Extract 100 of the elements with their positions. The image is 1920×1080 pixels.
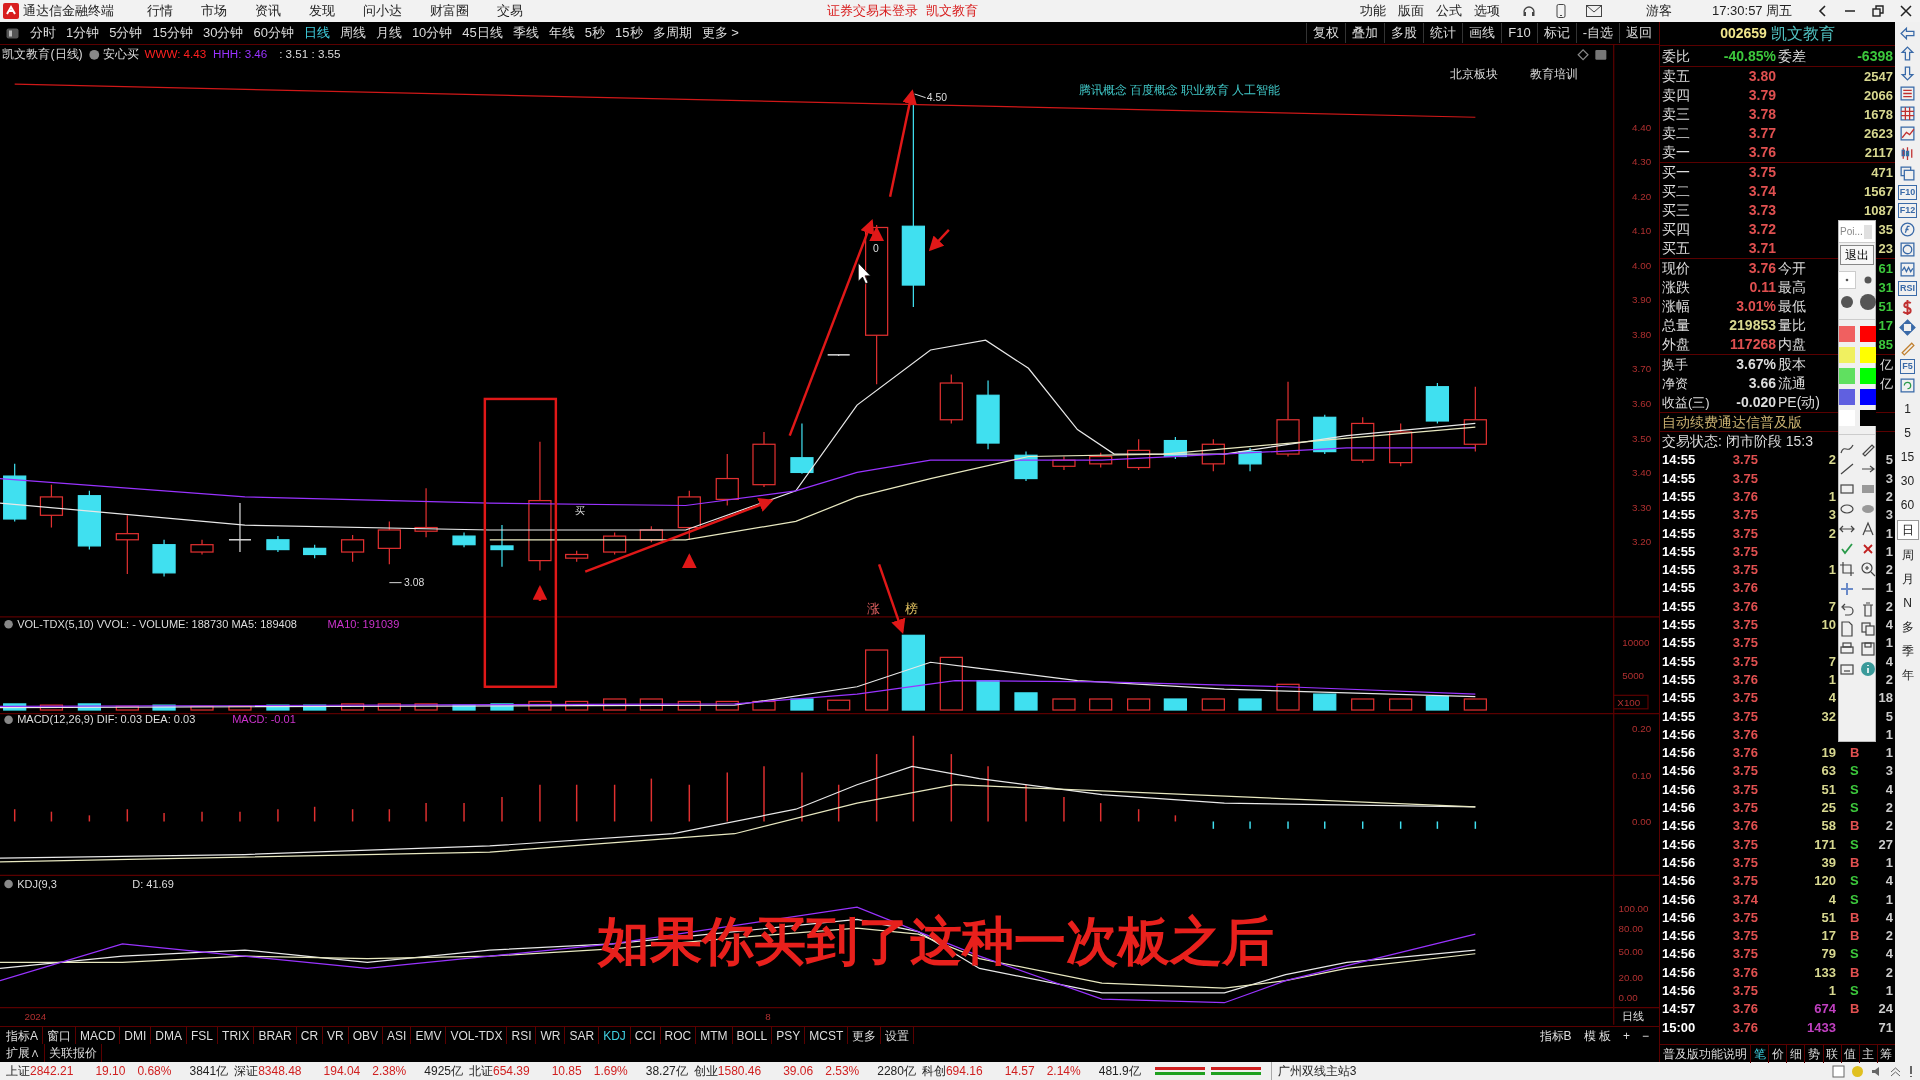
menu-item[interactable]: 交易	[483, 1, 537, 21]
indicator-tab[interactable]: 指标B	[1533, 1026, 1578, 1045]
period-button[interactable]: 日	[1896, 520, 1919, 540]
user-name[interactable]: 游客	[1646, 1, 1672, 21]
toolbar-button[interactable]: -自选	[1575, 23, 1619, 43]
badge-label[interactable]: 安心买	[102, 47, 139, 62]
indicator-tab[interactable]: 模 板	[1577, 1026, 1617, 1045]
order-price: 3.80	[1747, 67, 1776, 86]
period-tab[interactable]: 分时	[25, 23, 61, 43]
panel-tab[interactable]: 普及版功能说明	[1660, 1044, 1750, 1063]
index-change: 14.57	[1004, 1063, 1035, 1080]
index-percent: 2.53%	[825, 1063, 860, 1080]
tick-time: 14:55	[1662, 469, 1697, 488]
tick-side: B	[1850, 818, 1860, 834]
tick-volume: 7	[1828, 598, 1836, 614]
period-button[interactable]: 60	[1896, 496, 1919, 514]
field-label: 卖五	[1662, 67, 1691, 86]
tick-count: 1	[1885, 725, 1893, 744]
period-button[interactable]: 15	[1896, 448, 1919, 466]
field-label: 现价	[1662, 259, 1691, 278]
toolbar-button[interactable]: 叠加	[1345, 23, 1385, 43]
index-amount: 38.27亿	[645, 1063, 688, 1080]
buy-mark: 买	[575, 505, 586, 517]
field-label: 内盘	[1778, 335, 1806, 354]
period-tab[interactable]: 5分钟	[104, 23, 148, 43]
high-price-label: 4.50	[926, 92, 948, 104]
tick-price: 3.75	[1731, 927, 1758, 946]
period-tab[interactable]: 10分钟	[406, 23, 458, 43]
menu-item[interactable]: 问小达	[349, 1, 416, 21]
tick-count: 1	[1885, 542, 1893, 561]
period-tab[interactable]: 1分钟	[61, 23, 105, 43]
period-button[interactable]: 年	[1896, 666, 1919, 684]
menu-item[interactable]: 行情	[133, 1, 187, 21]
toolbar-button[interactable]: 复权	[1306, 23, 1346, 43]
period-tab[interactable]: 15秒	[610, 23, 648, 43]
toolbar-button[interactable]: F10	[1501, 23, 1537, 43]
period-button[interactable]: 30	[1896, 472, 1919, 490]
menu-item[interactable]: 公式	[1436, 1, 1462, 21]
tick-count: 1	[1885, 853, 1893, 872]
tick-time: 14:55	[1662, 634, 1697, 653]
period-tab[interactable]: 周线	[334, 23, 371, 43]
period-tab[interactable]: 日线	[298, 23, 335, 43]
period-button[interactable]: 多	[1896, 618, 1919, 636]
period-tab[interactable]: 30分钟	[197, 23, 249, 43]
tick-side: S	[1850, 946, 1859, 962]
menu-item[interactable]: 选项	[1474, 1, 1500, 21]
tick-volume: 17	[1821, 928, 1836, 944]
menu-item[interactable]: 资讯	[241, 1, 295, 21]
period-tab[interactable]: 更多 >	[696, 23, 744, 43]
period-tab[interactable]: 15分钟	[147, 23, 198, 43]
indicator-tab[interactable]: −	[1636, 1026, 1655, 1045]
period-button[interactable]: N	[1896, 594, 1919, 612]
period-button[interactable]: 周	[1896, 546, 1919, 564]
period-tab[interactable]: 45日线	[457, 23, 508, 43]
menu-item[interactable]: 功能	[1360, 1, 1386, 21]
toolbar-button[interactable]: 统计	[1423, 23, 1463, 43]
field-value: -0.020	[1735, 393, 1776, 412]
tick-time: 14:55	[1662, 561, 1697, 580]
period-button[interactable]: 季	[1896, 642, 1919, 660]
index-name: 北证	[469, 1063, 493, 1080]
order-price: 3.76	[1747, 143, 1776, 162]
period-tab[interactable]: 季线	[507, 23, 544, 43]
sector-tag[interactable]: 北京板块	[1449, 67, 1498, 81]
menu-item[interactable]: 版面	[1398, 1, 1424, 21]
period-tab[interactable]: 月线	[370, 23, 407, 43]
tick-count: 5	[1885, 451, 1893, 470]
menu-item[interactable]: 市场	[187, 1, 241, 21]
menu-item[interactable]: 财富圈	[416, 1, 483, 21]
sector-tag[interactable]: 教育培训	[1530, 67, 1579, 81]
order-price: 3.74	[1747, 182, 1776, 201]
period-tab[interactable]: 多周期	[647, 23, 697, 43]
toolbar-button[interactable]: 标记	[1536, 23, 1576, 43]
function-key-button[interactable]: F10	[1897, 185, 1918, 200]
period-tab[interactable]: 5秒	[579, 23, 611, 43]
concept-tags: 腾讯概念 百度概念 职业教育 人工智能	[1078, 83, 1281, 96]
indicator-tab[interactable]: +	[1616, 1026, 1636, 1045]
tick-side: S	[1850, 873, 1859, 889]
period-tab[interactable]: 年线	[543, 23, 580, 43]
renewal-notice[interactable]: 自动续费通达信普及版	[1662, 411, 1802, 433]
function-key-button[interactable]: F5	[1900, 359, 1915, 374]
tick-count: 3	[1885, 469, 1893, 488]
tick-time: 14:56	[1662, 725, 1697, 744]
tick-count: 2	[1885, 561, 1893, 580]
period-tab[interactable]: 60分钟	[248, 23, 299, 43]
indicator-value: HHH: 3.46	[213, 47, 268, 61]
toolbar-button[interactable]: 多股	[1384, 23, 1424, 43]
tick-time: 14:55	[1662, 597, 1697, 616]
field-value: -6398	[1857, 46, 1893, 66]
tick-time: 14:56	[1662, 982, 1697, 1000]
tick-volume: 4	[1828, 891, 1836, 907]
menu-item[interactable]: 发现	[295, 1, 349, 21]
period-button[interactable]: 月	[1896, 570, 1919, 588]
function-key-button[interactable]: RSI	[1898, 281, 1917, 296]
toolbar-button[interactable]: 画线	[1462, 23, 1502, 43]
toolbar-button[interactable]: 返回	[1619, 23, 1658, 43]
period-button[interactable]: 5	[1896, 424, 1919, 442]
tick-time: 14:55	[1662, 707, 1697, 726]
period-button[interactable]: 1	[1896, 400, 1919, 418]
exit-button[interactable]: 退出	[1840, 245, 1874, 265]
function-key-button[interactable]: F12	[1897, 203, 1918, 218]
